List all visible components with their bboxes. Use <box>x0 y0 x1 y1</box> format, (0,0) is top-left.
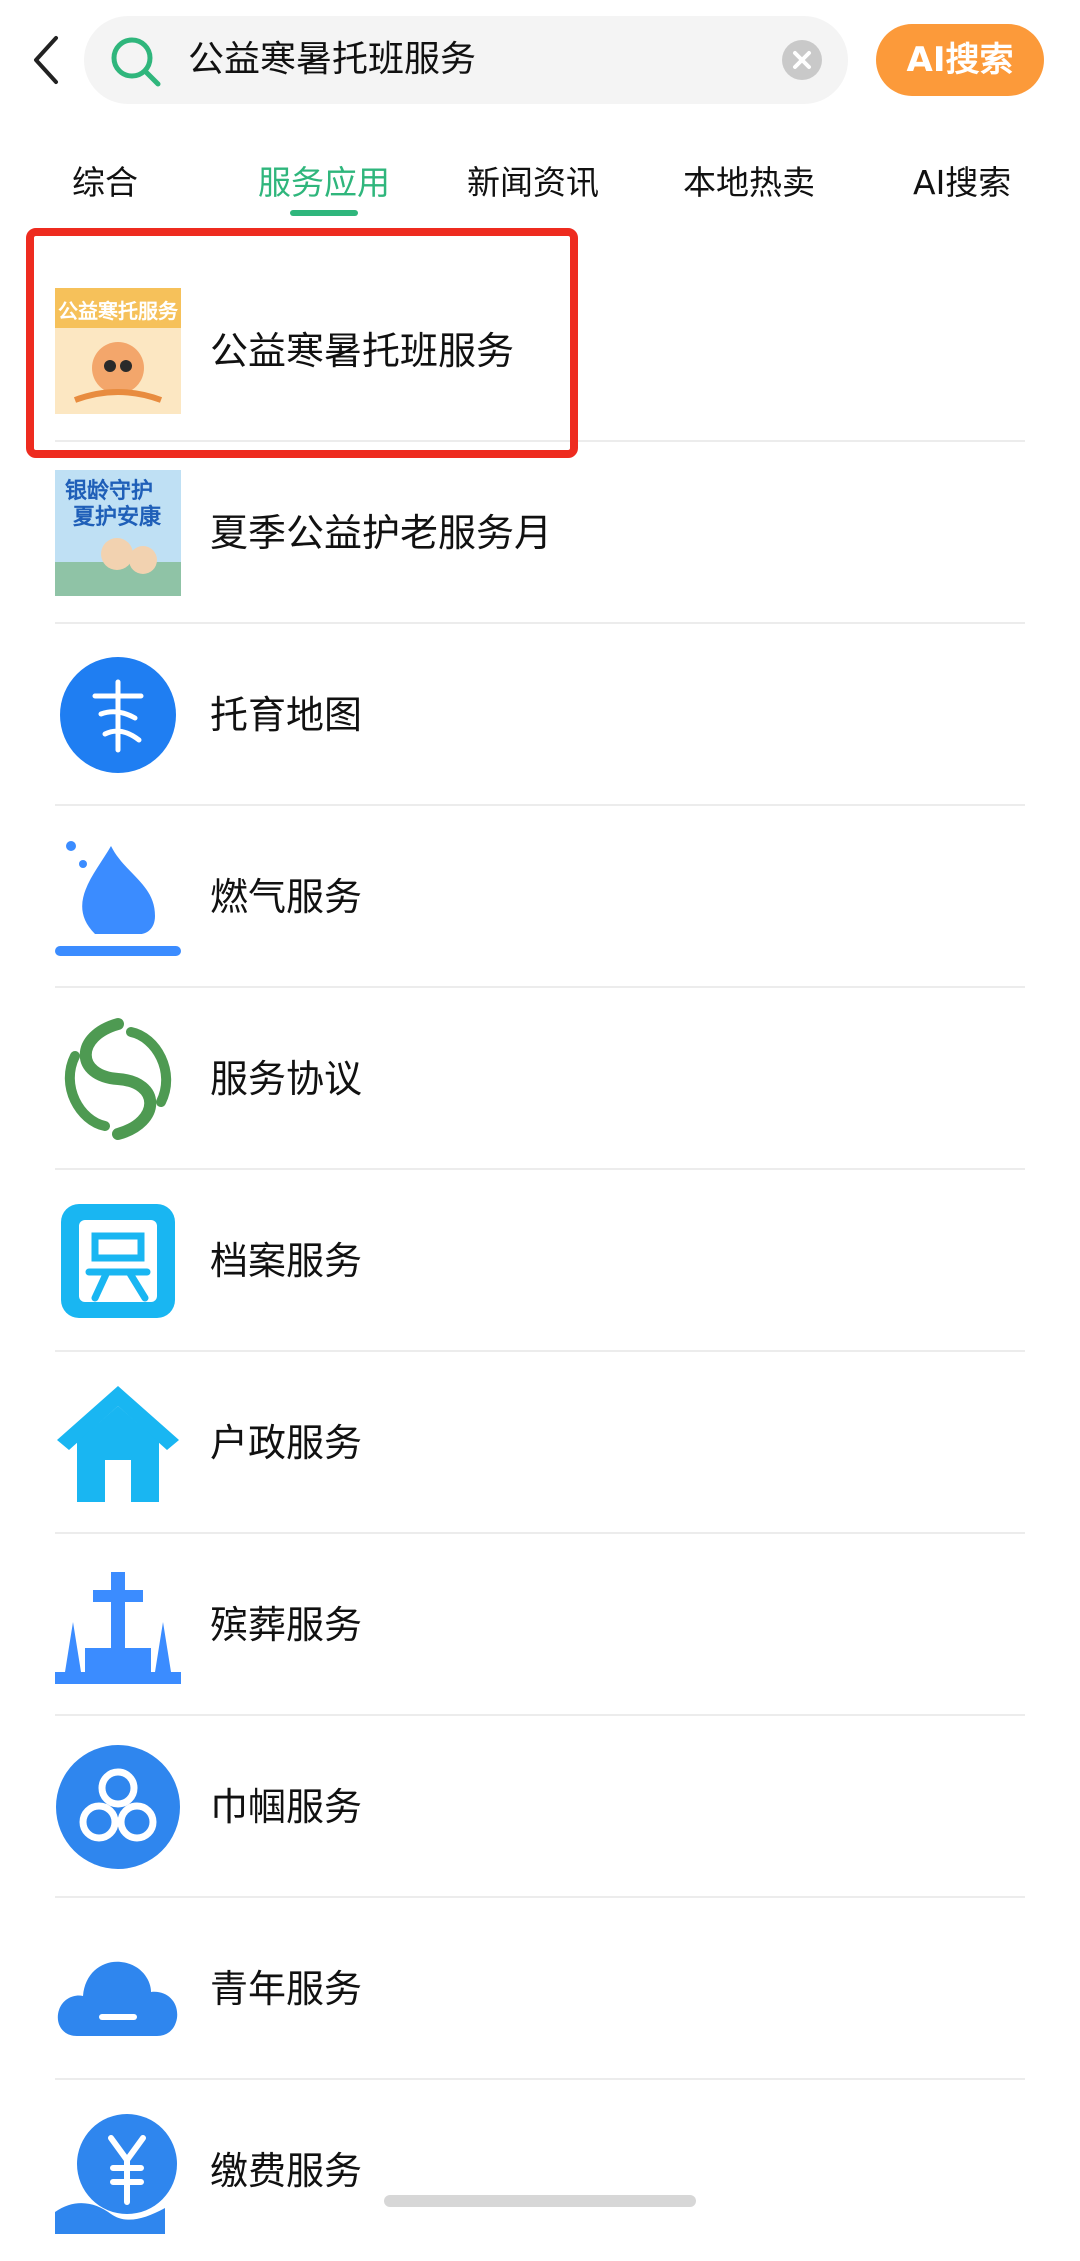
divider <box>55 1350 1025 1352</box>
thumbnail-caption-line2: 夏护安康 <box>73 504 162 530</box>
list-item-funeral-service[interactable]: 殡葬服务 <box>55 1533 1025 1715</box>
tab-news[interactable]: 新闻资讯 <box>467 158 599 208</box>
list-item-label: 巾帼服务 <box>210 1785 363 1829</box>
list-item-label: 托育地图 <box>210 693 363 737</box>
memorial-icon <box>55 1562 181 1688</box>
list-item-elderly-care-month[interactable]: 银龄守护 夏护安康 夏季公益护老服务月 <box>55 441 1025 623</box>
list-item-label: 燃气服务 <box>210 875 363 919</box>
tab-ai-search[interactable]: AI搜索 <box>913 158 1011 208</box>
gas-flame-icon <box>55 834 181 960</box>
back-arrow-icon <box>34 36 58 84</box>
divider <box>55 1714 1025 1716</box>
list-item-label: 缴费服务 <box>210 2149 363 2193</box>
tab-local-hot-sale[interactable]: 本地热卖 <box>683 158 815 208</box>
divider <box>55 622 1025 624</box>
elderly-care-thumbnail-icon: 银龄守护 夏护安康 <box>55 470 181 596</box>
search-icon <box>108 34 164 90</box>
ai-search-button[interactable]: AI搜索 <box>876 24 1044 96</box>
back-button[interactable] <box>22 30 72 90</box>
divider <box>55 1168 1025 1170</box>
search-bar[interactable]: 公益寒暑托班服务 <box>84 16 848 104</box>
active-tab-indicator <box>290 210 358 216</box>
divider <box>55 1532 1025 1534</box>
list-item-service-agreement[interactable]: 服务协议 <box>55 987 1025 1169</box>
search-input[interactable]: 公益寒暑托班服务 <box>188 36 476 84</box>
list-item-payment-service[interactable]: 缴费服务 <box>55 2079 1025 2261</box>
list-item-label: 夏季公益护老服务月 <box>210 511 553 555</box>
divider <box>55 2078 1025 2080</box>
clear-search-button[interactable] <box>782 40 822 80</box>
list-item-label: 青年服务 <box>210 1967 363 2011</box>
list-item-childcare-map[interactable]: 托育地图 <box>55 623 1025 805</box>
tab-service-apps[interactable]: 服务应用 <box>258 158 390 208</box>
childcare-map-icon <box>55 652 181 778</box>
agreement-swirl-icon <box>55 1016 181 1142</box>
list-item-household-registration[interactable]: 户政服务 <box>55 1351 1025 1533</box>
list-item-label: 殡葬服务 <box>210 1603 363 1647</box>
divider <box>55 804 1025 806</box>
archive-seal-icon <box>55 1198 181 1324</box>
list-item-women-service[interactable]: 巾帼服务 <box>55 1715 1025 1897</box>
tab-comprehensive[interactable]: 综合 <box>72 158 138 208</box>
house-icon <box>55 1380 181 1506</box>
divider <box>55 986 1025 988</box>
list-item-label: 服务协议 <box>210 1057 363 1101</box>
list-item-label: 档案服务 <box>210 1239 363 1283</box>
close-icon <box>793 51 811 69</box>
youth-cloud-icon <box>55 1926 181 2052</box>
women-federation-icon <box>55 1744 181 1870</box>
list-item-youth-service[interactable]: 青年服务 <box>55 1897 1025 2079</box>
payment-yuan-icon <box>55 2108 181 2234</box>
divider <box>55 1896 1025 1898</box>
list-item-gas-service[interactable]: 燃气服务 <box>55 805 1025 987</box>
thumbnail-caption-line1: 银龄守护 <box>65 478 153 504</box>
list-item-label: 户政服务 <box>210 1421 363 1465</box>
highlight-box <box>26 228 578 458</box>
list-item-archive-service[interactable]: 档案服务 <box>55 1169 1025 1351</box>
home-indicator <box>384 2195 696 2207</box>
